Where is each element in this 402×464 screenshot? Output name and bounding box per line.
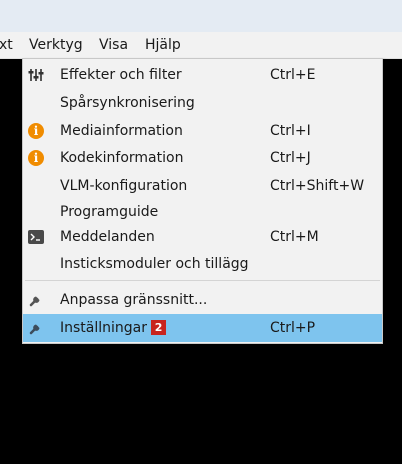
menubar-item-view[interactable]: Visa — [97, 36, 130, 54]
menu-item-shortcut: Ctrl+M — [270, 229, 319, 245]
equalizer-icon — [28, 67, 44, 83]
menu-item-media-info[interactable]: i Mediainformation Ctrl+I — [23, 118, 382, 144]
menu-item-shortcut: Ctrl+J — [270, 150, 311, 166]
menu-item-program-guide[interactable]: Programguide — [23, 199, 382, 225]
menu-item-label: Programguide — [60, 204, 159, 220]
menu-item-customize-interface[interactable]: Anpassa gränssnitt... — [23, 287, 382, 313]
menubar-item-help[interactable]: Hjälp — [143, 36, 183, 54]
menu-item-label: Insticksmoduler och tillägg — [60, 256, 249, 272]
menu-item-label: Anpassa gränssnitt... — [60, 292, 208, 308]
wrench-icon — [28, 292, 44, 308]
menu-bar: xt Verktyg Visa Hjälp — [0, 32, 402, 59]
window-titlebar — [0, 0, 402, 32]
menu-item-label: Kodekinformation — [60, 150, 184, 166]
menu-item-plugins-extensions[interactable]: Insticksmoduler och tillägg — [23, 251, 382, 277]
step-badge: 2 — [151, 320, 167, 335]
menu-item-label: Inställningar — [60, 320, 148, 336]
menu-item-vlm-config[interactable]: VLM-konfiguration Ctrl+Shift+W — [23, 173, 382, 199]
menu-item-effects-filters[interactable]: Effekter och filter Ctrl+E — [23, 62, 382, 88]
info-icon: i — [28, 150, 44, 166]
menu-item-label: Meddelanden — [60, 229, 155, 245]
tools-dropdown-menu: Effekter och filter Ctrl+E Spårsynkronis… — [22, 58, 383, 344]
menu-item-messages[interactable]: Meddelanden Ctrl+M — [23, 224, 382, 250]
menu-item-label: Effekter och filter — [60, 67, 182, 83]
terminal-icon — [28, 229, 44, 245]
info-icon: i — [28, 123, 44, 139]
menu-item-label: Spårsynkronisering — [60, 95, 195, 111]
wrench-icon — [28, 320, 44, 336]
menu-item-shortcut: Ctrl+I — [270, 123, 311, 139]
menu-item-label: Mediainformation — [60, 123, 183, 139]
menu-item-preferences[interactable]: Inställningar 2 Ctrl+P — [23, 314, 382, 342]
menu-item-label-row: Inställningar 2 — [60, 319, 167, 337]
menu-item-codec-info[interactable]: i Kodekinformation Ctrl+J — [23, 145, 382, 171]
menubar-item-text[interactable]: xt — [0, 36, 15, 54]
menu-item-shortcut: Ctrl+E — [270, 67, 316, 83]
menu-item-track-sync[interactable]: Spårsynkronisering — [23, 90, 382, 116]
menu-item-label: VLM-konfiguration — [60, 178, 188, 194]
menu-item-shortcut: Ctrl+P — [270, 320, 316, 336]
menu-separator — [25, 280, 380, 281]
menu-item-shortcut: Ctrl+Shift+W — [270, 178, 365, 194]
menubar-item-tools[interactable]: Verktyg — [27, 36, 85, 54]
